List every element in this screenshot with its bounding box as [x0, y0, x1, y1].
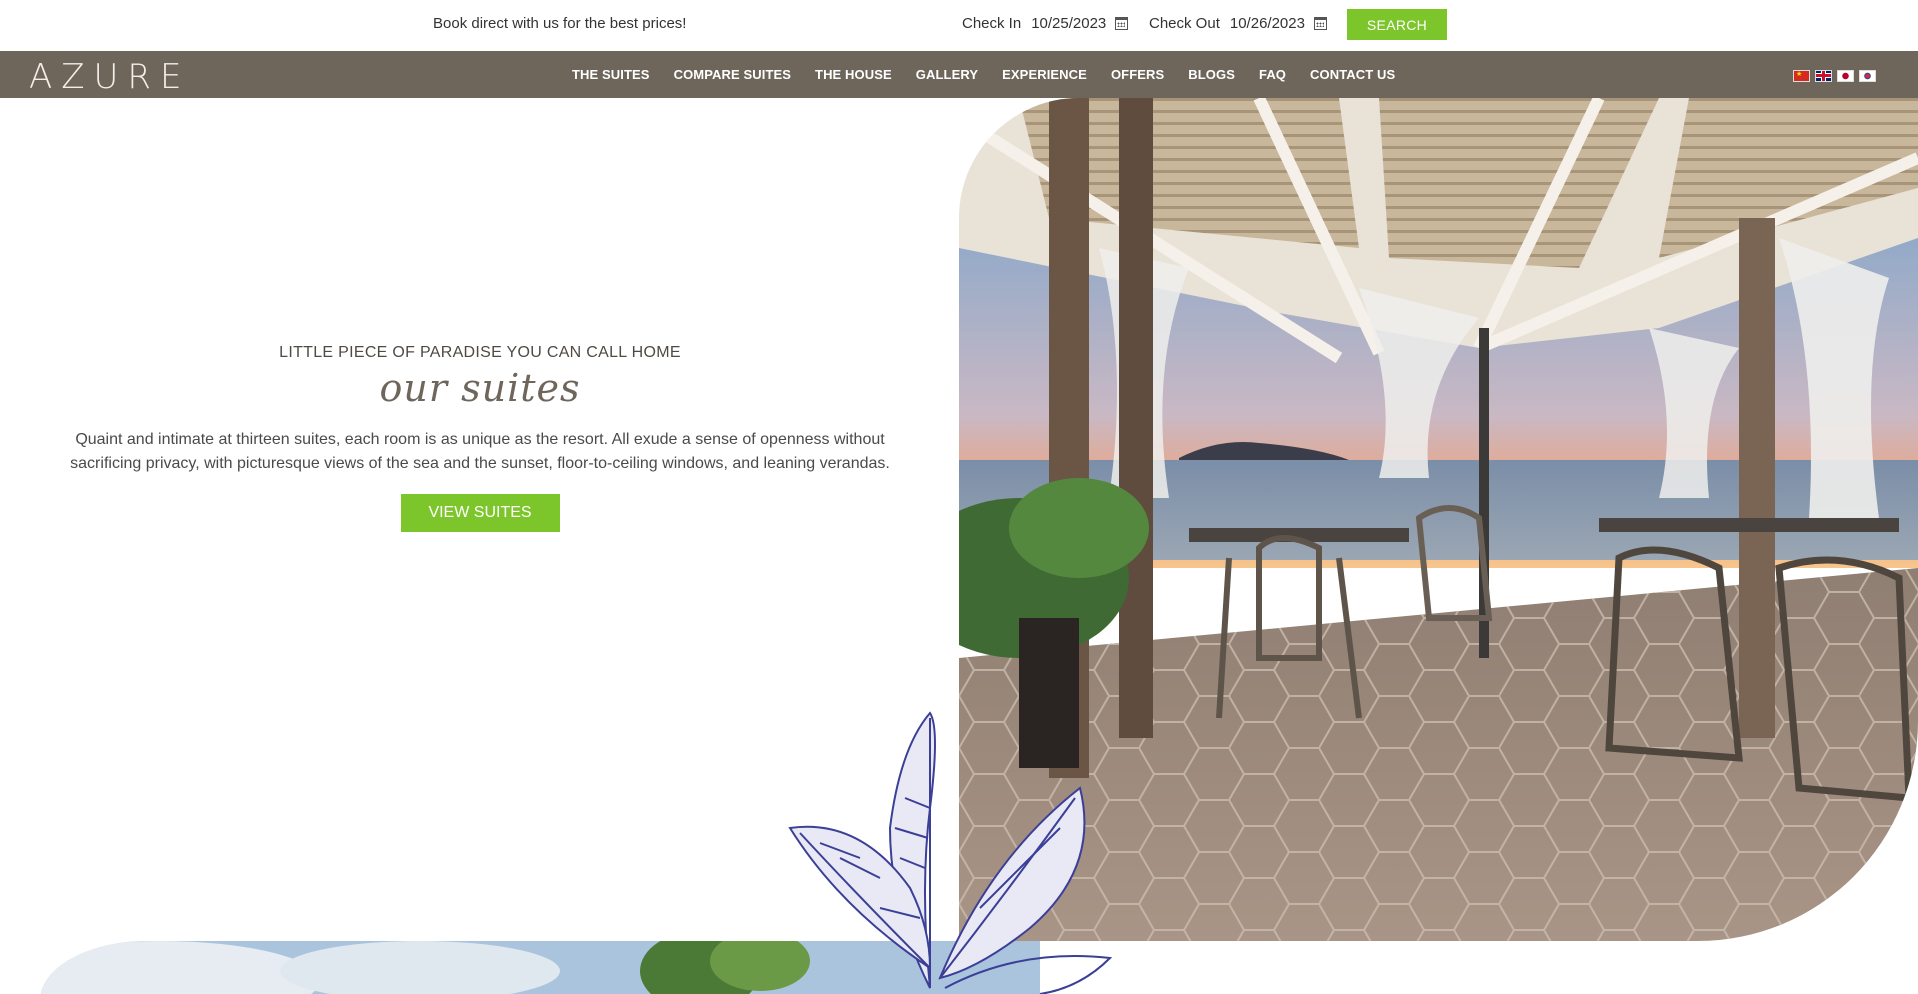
- nav-item-compare-suites[interactable]: COMPARE SUITES: [674, 67, 791, 82]
- hero-eyebrow: LITTLE PIECE OF PARADISE YOU CAN CALL HO…: [279, 344, 681, 361]
- flag-uk-icon[interactable]: [1815, 70, 1832, 82]
- booking-bar: Book direct with us for the best prices!…: [0, 0, 1918, 51]
- nav-item-experience[interactable]: EXPERIENCE: [1002, 67, 1087, 82]
- hero-text: LITTLE PIECE OF PARADISE YOU CAN CALL HO…: [40, 344, 920, 532]
- checkout-label: Check Out: [1149, 15, 1220, 32]
- nav-item-offers[interactable]: OFFERS: [1111, 67, 1164, 82]
- search-button[interactable]: SEARCH: [1347, 9, 1447, 40]
- flag-japan-icon[interactable]: [1837, 70, 1854, 82]
- hero-title: our suites: [379, 366, 581, 410]
- nav-item-the-house[interactable]: THE HOUSE: [815, 67, 892, 82]
- nav-item-blogs[interactable]: BLOGS: [1188, 67, 1235, 82]
- checkin-label: Check In: [962, 15, 1022, 32]
- nav-item-gallery[interactable]: GALLERY: [916, 67, 978, 82]
- nav-item-the-suites[interactable]: THE SUITES: [572, 67, 650, 82]
- flag-korea-icon[interactable]: [1859, 70, 1876, 82]
- checkin-field[interactable]: Check In 10/25/2023: [962, 15, 1129, 32]
- nav-item-faq[interactable]: FAQ: [1259, 67, 1286, 82]
- calendar-icon[interactable]: [1313, 17, 1327, 30]
- language-switcher: [1793, 70, 1876, 82]
- azure-logo[interactable]: AZURE: [29, 57, 191, 97]
- flag-china-icon[interactable]: [1793, 70, 1810, 82]
- main-nav: AZURE THE SUITES COMPARE SUITES THE HOUS…: [0, 51, 1918, 98]
- calendar-icon[interactable]: [1115, 17, 1129, 30]
- checkin-date-input[interactable]: 10/25/2023: [1031, 15, 1106, 32]
- checkout-date-input[interactable]: 10/26/2023: [1230, 15, 1305, 32]
- leaf-illustration-icon: [788, 711, 1113, 994]
- checkout-field[interactable]: Check Out 10/26/2023: [1149, 15, 1327, 32]
- booking-tagline: Book direct with us for the best prices!: [433, 15, 687, 32]
- view-suites-button[interactable]: VIEW SUITES: [400, 494, 560, 532]
- nav-item-contact-us[interactable]: CONTACT US: [1310, 67, 1395, 82]
- hero-description: Quaint and intimate at thirteen suites, …: [70, 431, 890, 472]
- nav-menu: THE SUITES COMPARE SUITES THE HOUSE GALL…: [572, 51, 1419, 98]
